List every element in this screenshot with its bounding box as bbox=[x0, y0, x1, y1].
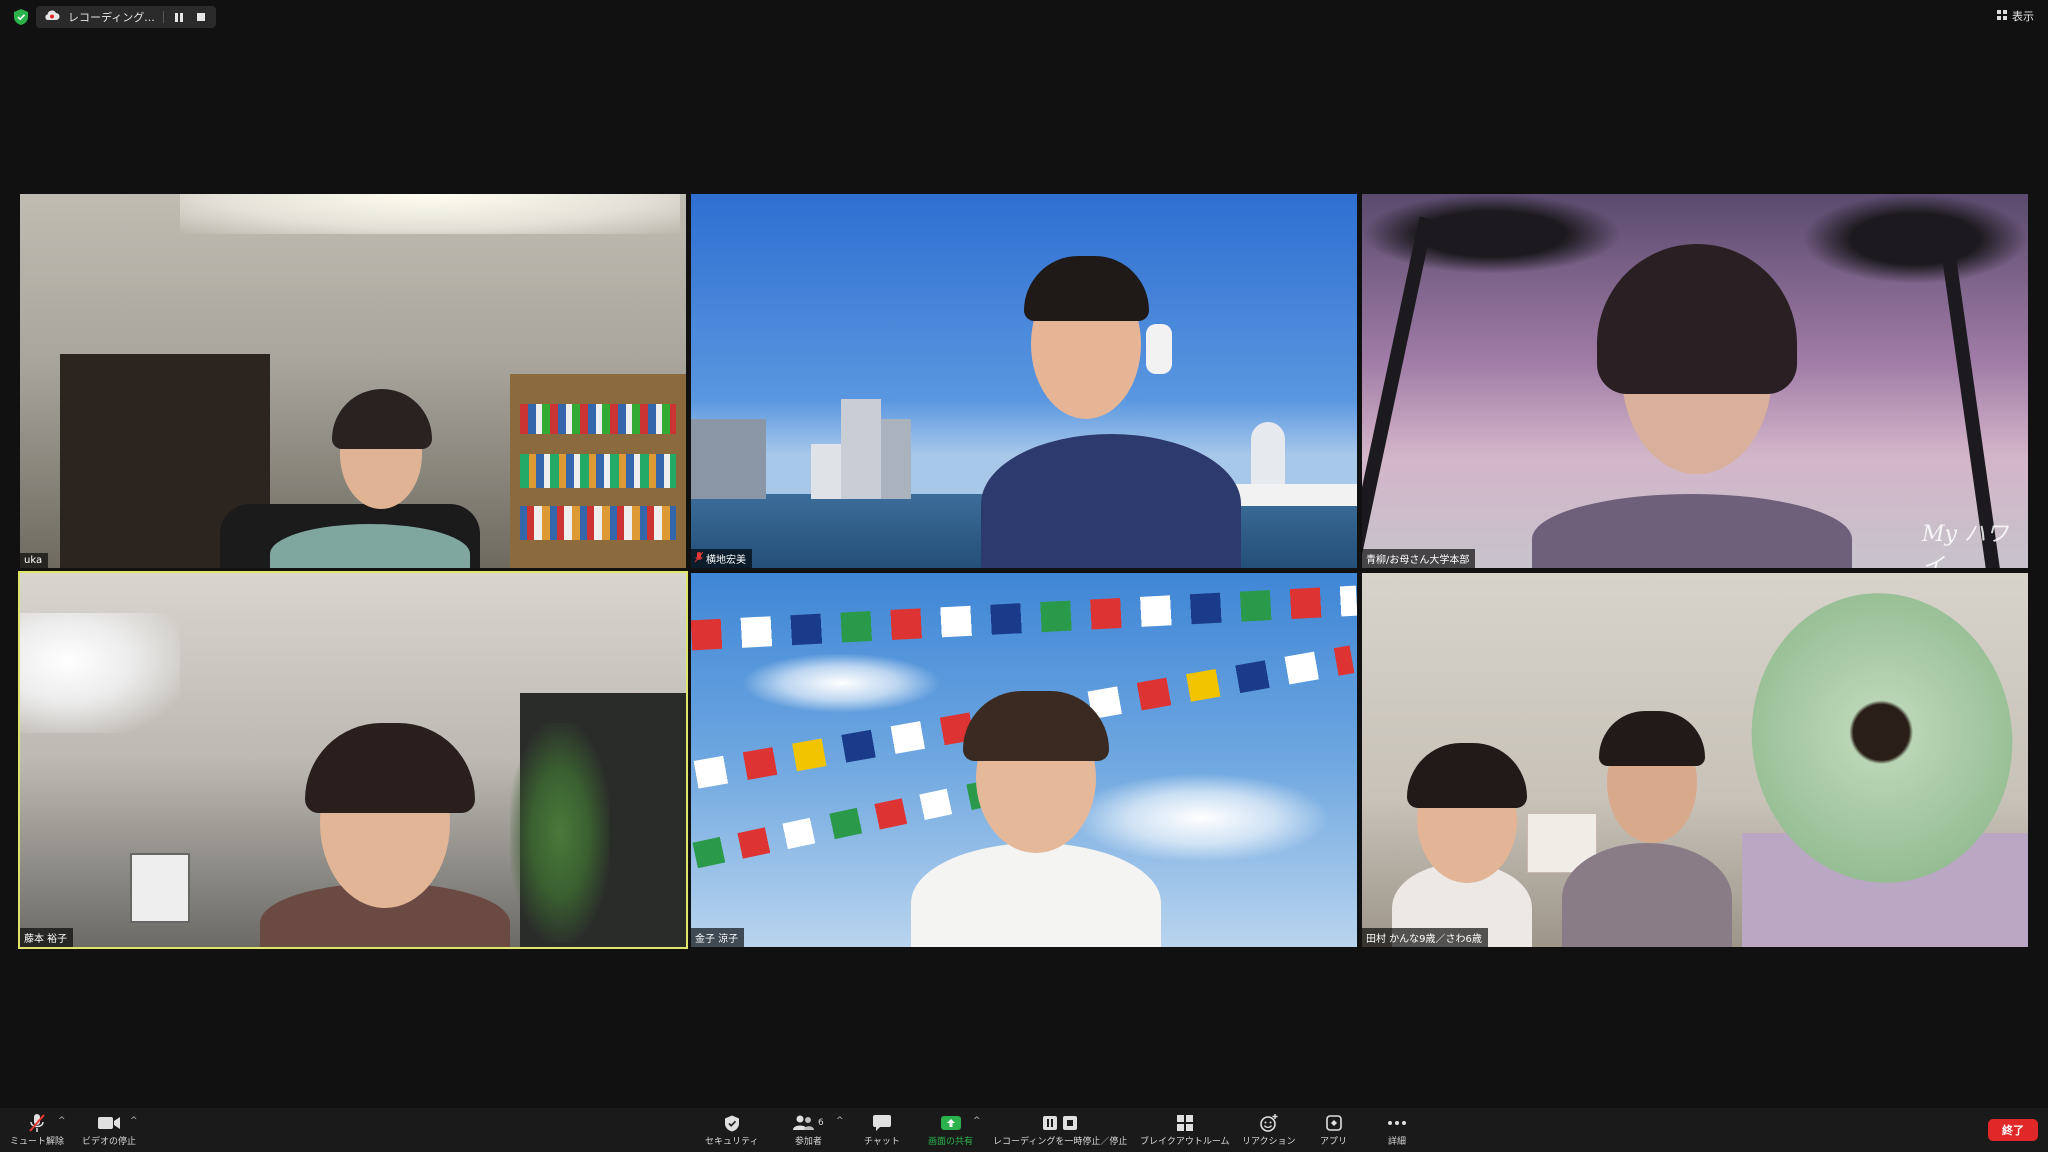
chevron-up-icon[interactable]: ^ bbox=[130, 1116, 138, 1126]
headphones-icon bbox=[1146, 324, 1172, 374]
shield-icon bbox=[724, 1112, 739, 1134]
person-body bbox=[1562, 843, 1732, 947]
city-building bbox=[841, 399, 881, 499]
recording-control-button[interactable]: レコーディングを一時停止／停止 bbox=[993, 1112, 1127, 1147]
books-row bbox=[520, 506, 676, 540]
chevron-up-icon[interactable]: ^ bbox=[58, 1116, 66, 1126]
security-button[interactable]: セキュリティ bbox=[705, 1112, 758, 1147]
share-screen-label: 画面の共有 bbox=[928, 1137, 974, 1147]
view-button[interactable]: 表示 bbox=[1997, 8, 2034, 24]
stop-recording-icon[interactable] bbox=[194, 10, 208, 24]
breakout-rooms-label: ブレイクアウトルーム bbox=[1140, 1137, 1230, 1147]
stop-video-button[interactable]: ビデオの停止 bbox=[82, 1112, 136, 1147]
more-label: 詳細 bbox=[1388, 1137, 1407, 1147]
divider bbox=[162, 11, 164, 23]
books-row bbox=[520, 454, 676, 488]
chat-button[interactable]: チャット bbox=[864, 1112, 900, 1147]
participant-name: 青柳/お母さん大学本部 bbox=[1366, 555, 1470, 566]
participant-name: 金子 涼子 bbox=[695, 934, 739, 945]
end-meeting-button[interactable]: 終了 bbox=[1988, 1119, 2038, 1141]
window-light bbox=[20, 613, 180, 733]
chat-label: チャット bbox=[864, 1137, 900, 1147]
participant-name: 藤本 裕子 bbox=[24, 934, 68, 945]
cloud-record-icon bbox=[44, 10, 60, 24]
palm-leaves bbox=[1362, 194, 1622, 274]
apps-label: アプリ bbox=[1320, 1137, 1348, 1147]
share-screen-icon bbox=[940, 1112, 961, 1134]
recording-control-label: レコーディングを一時停止／停止 bbox=[993, 1137, 1128, 1147]
palm-leaves bbox=[1802, 194, 2028, 284]
security-shield-icon[interactable] bbox=[12, 8, 30, 26]
unmute-button[interactable]: ミュート解除 bbox=[10, 1112, 64, 1147]
breakout-rooms-button[interactable]: ブレイクアウトルーム bbox=[1140, 1112, 1230, 1147]
video-tile[interactable]: uka bbox=[20, 194, 686, 568]
grid-view-icon bbox=[1997, 9, 2007, 23]
video-camera-icon bbox=[98, 1112, 120, 1134]
participant-name-tag: 横地宏美 bbox=[691, 549, 752, 568]
participant-name-tag: 藤本 裕子 bbox=[20, 928, 74, 947]
breakout-rooms-icon bbox=[1176, 1112, 1193, 1134]
participant-name-tag: 金子 涼子 bbox=[691, 928, 745, 947]
reactions-label: リアクション bbox=[1242, 1137, 1296, 1147]
recording-label: レコーディング... bbox=[68, 11, 155, 24]
ceiling-light bbox=[180, 194, 680, 234]
cloud bbox=[1071, 773, 1331, 863]
video-tile[interactable]: 田村 かんな9歳／さわ6歳 bbox=[1362, 573, 2028, 947]
meeting-toolbar: ミュート解除 ^ ビデオの停止 ^ セキュリティ 6 参加者 ^ チャット 画面… bbox=[0, 1108, 2048, 1152]
participant-name: 横地宏美 bbox=[706, 555, 746, 566]
participants-count: 6 bbox=[818, 1118, 824, 1128]
video-tile[interactable]: 横地宏美 bbox=[691, 194, 1357, 568]
plant bbox=[510, 723, 610, 943]
apps-icon bbox=[1325, 1112, 1342, 1134]
view-label: 表示 bbox=[2012, 10, 2034, 23]
chat-bubble-icon bbox=[872, 1112, 891, 1134]
city-building bbox=[811, 444, 841, 499]
video-tile[interactable]: 金子 涼子 bbox=[691, 573, 1357, 947]
books-row bbox=[520, 404, 676, 434]
pause-stop-recording-icon bbox=[1043, 1112, 1078, 1134]
mic-muted-icon bbox=[694, 551, 704, 566]
share-screen-button[interactable]: 画面の共有 bbox=[928, 1112, 973, 1147]
apps-button[interactable]: アプリ bbox=[1320, 1112, 1347, 1147]
city-building bbox=[881, 419, 911, 499]
pause-recording-icon[interactable] bbox=[172, 10, 186, 24]
smiley-plus-icon bbox=[1259, 1112, 1278, 1134]
more-dots-icon bbox=[1388, 1112, 1406, 1134]
cloud bbox=[741, 653, 941, 713]
more-button[interactable]: 詳細 bbox=[1388, 1112, 1406, 1147]
participant-name-tag: uka bbox=[20, 553, 49, 568]
unmute-label: ミュート解除 bbox=[10, 1137, 65, 1147]
reactions-button[interactable]: リアクション bbox=[1242, 1112, 1296, 1147]
participants-icon: 6 bbox=[793, 1112, 824, 1134]
recording-indicator: レコーディング... bbox=[36, 6, 216, 28]
participant-name: 田村 かんな9歳／さわ6歳 bbox=[1366, 934, 1482, 945]
participant-name: uka bbox=[24, 555, 43, 566]
mic-muted-icon bbox=[28, 1112, 46, 1134]
chevron-up-icon[interactable]: ^ bbox=[836, 1116, 844, 1126]
board bbox=[130, 853, 190, 923]
city-building bbox=[691, 419, 766, 499]
ship bbox=[1221, 484, 1357, 506]
top-left-status: レコーディング... bbox=[12, 6, 216, 28]
video-tile-active-speaker[interactable]: 藤本 裕子 bbox=[18, 571, 688, 949]
person-body bbox=[981, 434, 1241, 568]
participant-name-tag: 田村 かんな9歳／さわ6歳 bbox=[1362, 928, 1488, 947]
stop-video-label: ビデオの停止 bbox=[82, 1137, 137, 1147]
participants-button[interactable]: 6 参加者 bbox=[793, 1112, 824, 1147]
video-tile[interactable]: My ハワイ 青柳/お母さん大学本部 bbox=[1362, 194, 2028, 568]
participants-label: 参加者 bbox=[794, 1137, 822, 1147]
chevron-up-icon[interactable]: ^ bbox=[973, 1116, 981, 1126]
participant-name-tag: 青柳/お母さん大学本部 bbox=[1362, 549, 1476, 568]
watermark-text: My ハワイ bbox=[1922, 522, 2008, 568]
security-label: セキュリティ bbox=[705, 1137, 759, 1147]
